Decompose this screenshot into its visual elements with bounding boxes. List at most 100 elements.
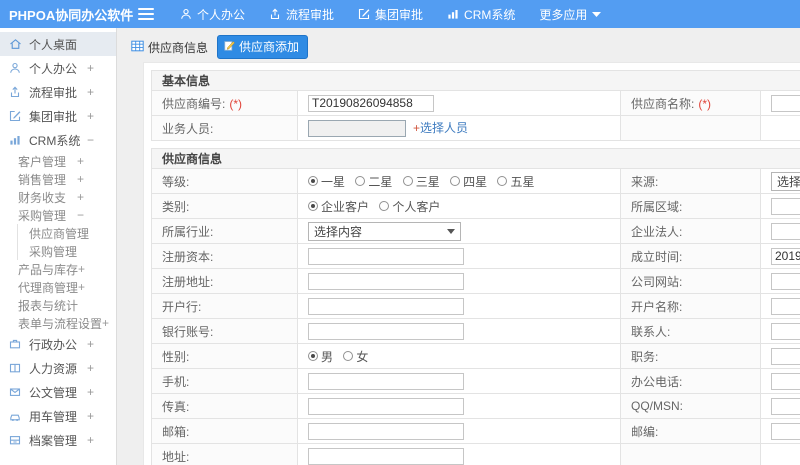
capital-label: 注册资本: — [151, 243, 298, 269]
user-icon — [9, 62, 22, 74]
radio-level-5[interactable]: 五星 — [497, 173, 534, 190]
radio-icon — [379, 201, 390, 211]
bank-account-input[interactable] — [308, 322, 464, 340]
sidebar-item-personal-desktop[interactable]: 个人桌面 — [0, 32, 116, 56]
sidebar-item-vehicle-mgmt[interactable]: 用车管理 + — [0, 404, 116, 428]
radio-level-1[interactable]: 一星 — [308, 173, 345, 190]
caret-down-icon — [447, 228, 455, 234]
chart-icon — [9, 134, 22, 146]
supplier-no-input[interactable] — [308, 94, 434, 112]
sidebar-item-agent-mgmt[interactable]: 代理商管理 + — [0, 278, 116, 296]
supplier-name-input[interactable] — [771, 94, 800, 112]
radio-icon — [308, 351, 318, 361]
email-input[interactable] — [308, 422, 464, 440]
bank-label: 开户行: — [151, 293, 298, 319]
radio-icon — [343, 351, 354, 361]
website-input[interactable] — [771, 272, 800, 290]
sidebar-item-personal-office[interactable]: 个人办公 + — [0, 56, 116, 80]
process-icon — [9, 86, 22, 98]
founded-date-input[interactable] — [771, 247, 800, 265]
mobile-input[interactable] — [308, 372, 464, 390]
mobile-label: 手机: — [151, 368, 298, 394]
region-input[interactable] — [771, 197, 800, 215]
radio-level-4[interactable]: 四星 — [450, 173, 487, 190]
office-phone-input[interactable] — [771, 372, 800, 390]
region-label: 所属区域: — [620, 193, 761, 219]
sidebar-item-sales-mgmt[interactable]: 销售管理 + — [0, 170, 116, 188]
tab-supplier-info[interactable]: 供应商信息 — [131, 39, 208, 56]
nav-group-approval[interactable]: 集团审批 — [346, 0, 435, 28]
sidebar-item-supplier-mgmt[interactable]: 供应商管理 — [18, 224, 116, 242]
sidebar-purchase-submenu: 供应商管理 采购管理 — [17, 224, 116, 260]
basic-info-table: 基本信息 供应商编号:(*) 供应商名称:(*) 业务人员: +选择人员 — [150, 70, 800, 141]
nav-crm-system[interactable]: CRM系统 — [435, 0, 527, 28]
sidebar-item-admin-office[interactable]: 行政办公 + — [0, 332, 116, 356]
app-logo: PHPOA协同办公软件 — [9, 7, 134, 23]
tabbar: 供应商信息 供应商添加 — [131, 35, 309, 59]
radio-icon — [402, 176, 413, 186]
source-label: 来源: — [620, 168, 761, 194]
radio-icon — [450, 176, 461, 186]
nav-more-apps[interactable]: 更多应用 — [527, 0, 613, 28]
sidebar-item-official-doc-mgmt[interactable]: 公文管理 + — [0, 380, 116, 404]
email-label: 邮箱: — [151, 418, 298, 444]
radio-level-3[interactable]: 三星 — [402, 173, 440, 190]
radio-category-company[interactable]: 企业客户 — [308, 198, 369, 215]
sidebar-item-form-workflow-settings[interactable]: 表单与流程设置 + — [0, 314, 116, 332]
account-name-label: 开户名称: — [620, 293, 761, 319]
zip-input[interactable] — [771, 422, 800, 440]
sidebar-item-human-resources[interactable]: 人力资源 + — [0, 356, 116, 380]
car-icon — [9, 410, 22, 422]
user-icon — [180, 8, 192, 20]
bank-input[interactable] — [308, 297, 464, 315]
contact-input[interactable] — [771, 322, 800, 340]
level-radio-group: 一星 二星 三星 四星 五星 — [297, 168, 621, 194]
sidebar-item-archive-mgmt[interactable]: 档案管理 + — [0, 428, 116, 452]
radio-gender-male[interactable]: 男 — [308, 348, 333, 365]
sidebar-item-product-inventory[interactable]: 产品与库存 + — [0, 260, 116, 278]
qq-msn-label: QQ/MSN: — [620, 393, 761, 419]
main-content: 供应商信息 供应商添加 基本信息 供应商编号:(*) 供应商名称:(*) 业务人… — [118, 28, 800, 465]
radio-category-personal[interactable]: 个人客户 — [379, 198, 440, 215]
section-title-supplier: 供应商信息 — [150, 148, 800, 169]
radio-gender-female[interactable]: 女 — [343, 348, 368, 365]
job-title-input[interactable] — [771, 347, 800, 365]
legal-person-label: 企业法人: — [620, 218, 761, 244]
account-name-input[interactable] — [771, 297, 800, 315]
nav-personal-office[interactable]: 个人办公 — [168, 0, 257, 28]
industry-select[interactable]: 选择内容 — [308, 221, 461, 241]
document-icon — [9, 386, 22, 398]
sidebar-item-purchasing-mgmt[interactable]: 采购管理 — [18, 242, 116, 260]
sidebar-item-customer-mgmt[interactable]: 客户管理 + — [0, 152, 116, 170]
empty-label — [620, 443, 761, 465]
nav-workflow-approval[interactable]: 流程审批 — [257, 0, 346, 28]
empty-label — [620, 115, 761, 141]
source-select[interactable]: 选择内容 — [771, 171, 800, 191]
founded-date-label: 成立时间: — [620, 243, 761, 269]
legal-person-input[interactable] — [771, 222, 800, 240]
sidebar-item-finance-mgmt[interactable]: 财务收支 + — [0, 188, 116, 206]
supplier-no-label: 供应商编号: (*) — [151, 90, 298, 116]
radio-icon — [308, 201, 318, 211]
sidebar-item-purchase-mgmt[interactable]: 采购管理 − — [0, 206, 116, 224]
hamburger-icon[interactable] — [138, 8, 154, 20]
contact-label: 联系人: — [620, 318, 761, 344]
choose-staff-link[interactable]: +选择人员 — [413, 121, 468, 135]
tab-supplier-add[interactable]: 供应商添加 — [217, 35, 309, 59]
staff-input[interactable] — [308, 120, 406, 138]
zip-label: 邮编: — [620, 418, 761, 444]
category-radio-group: 企业客户 个人客户 — [297, 193, 621, 219]
required-mark: (*) — [229, 96, 243, 111]
radio-level-2[interactable]: 二星 — [355, 173, 392, 190]
qq-msn-input[interactable] — [771, 397, 800, 415]
sidebar-item-workflow-approval[interactable]: 流程审批 + — [0, 80, 116, 104]
fax-input[interactable] — [308, 397, 464, 415]
address-input[interactable] — [308, 447, 464, 465]
sidebar-item-reports-stats[interactable]: 报表与统计 — [0, 296, 116, 314]
sidebar-item-group-approval[interactable]: 集团审批 + — [0, 104, 116, 128]
approval-icon — [358, 8, 370, 20]
register-address-input[interactable] — [308, 272, 464, 290]
form-panel: 基本信息 供应商编号:(*) 供应商名称:(*) 业务人员: +选择人员 供应商… — [143, 62, 800, 465]
sidebar-item-crm-system[interactable]: CRM系统 − — [0, 128, 116, 152]
capital-input[interactable] — [308, 247, 464, 265]
